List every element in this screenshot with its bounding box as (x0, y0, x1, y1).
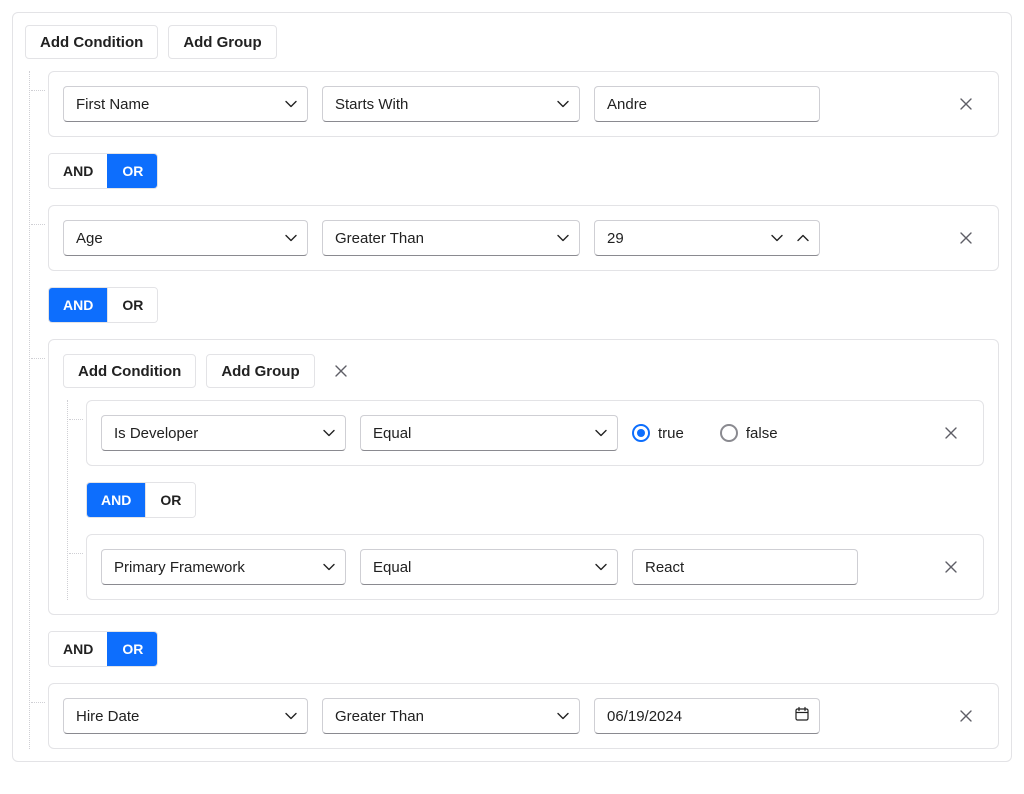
field-value: Hire Date (76, 708, 139, 725)
operator-value: Equal (373, 425, 411, 442)
close-icon (960, 232, 972, 244)
chevron-down-icon (557, 96, 569, 113)
value-input[interactable]: Andre (594, 86, 820, 122)
operator-select[interactable]: Equal (360, 549, 618, 585)
spinner-down-button[interactable] (771, 230, 783, 247)
connector-toggle: AND OR (86, 482, 196, 518)
connector-and[interactable]: AND (87, 483, 145, 517)
close-icon (945, 561, 957, 573)
condition-row: First Name Starts With Andre (48, 71, 999, 137)
value-date-input[interactable]: 06/19/2024 (594, 698, 820, 734)
condition-row: Primary Framework Equal React (86, 534, 984, 600)
chevron-down-icon (595, 559, 607, 576)
remove-condition-button[interactable] (956, 94, 976, 114)
close-icon (960, 98, 972, 110)
chevron-down-icon (285, 708, 297, 725)
connector-toggle: AND OR (48, 287, 158, 323)
remove-group-button[interactable] (331, 361, 351, 381)
condition-row: Is Developer Equal true false (86, 400, 984, 466)
field-select[interactable]: Primary Framework (101, 549, 346, 585)
connector-and[interactable]: AND (49, 632, 107, 666)
close-icon (960, 710, 972, 722)
condition-row: Hire Date Greater Than 06/19/2024 (48, 683, 999, 749)
remove-condition-button[interactable] (956, 706, 976, 726)
field-select[interactable]: Hire Date (63, 698, 308, 734)
root-body: First Name Starts With Andre AND OR Age (29, 71, 999, 749)
radio-label: false (746, 425, 778, 442)
field-select[interactable]: Is Developer (101, 415, 346, 451)
value-number-input[interactable]: 29 (594, 220, 820, 256)
condition-row: Age Greater Than 29 (48, 205, 999, 271)
query-builder: Add Condition Add Group First Name Start… (12, 12, 1012, 762)
chevron-down-icon (557, 708, 569, 725)
value-text: React (645, 559, 684, 576)
chevron-down-icon (557, 230, 569, 247)
add-condition-button[interactable]: Add Condition (25, 25, 158, 59)
radio-icon (632, 424, 650, 442)
operator-select[interactable]: Greater Than (322, 698, 580, 734)
operator-value: Greater Than (335, 708, 424, 725)
value-text: 06/19/2024 (607, 708, 682, 725)
value-input[interactable]: React (632, 549, 858, 585)
field-value: Primary Framework (114, 559, 245, 576)
add-condition-button[interactable]: Add Condition (63, 354, 196, 388)
connector-toggle: AND OR (48, 153, 158, 189)
remove-condition-button[interactable] (941, 423, 961, 443)
chevron-down-icon (285, 96, 297, 113)
operator-value: Greater Than (335, 230, 424, 247)
connector-or[interactable]: OR (145, 483, 195, 517)
connector-or[interactable]: OR (107, 632, 157, 666)
operator-value: Equal (373, 559, 411, 576)
connector-toggle: AND OR (48, 631, 158, 667)
operator-select[interactable]: Equal (360, 415, 618, 451)
spinner-up-button[interactable] (797, 230, 809, 247)
chevron-down-icon (323, 559, 335, 576)
connector-and[interactable]: AND (49, 154, 107, 188)
remove-condition-button[interactable] (941, 557, 961, 577)
connector-or[interactable]: OR (107, 154, 157, 188)
chevron-down-icon (285, 230, 297, 247)
field-select[interactable]: Age (63, 220, 308, 256)
value-text: Andre (607, 96, 647, 113)
condition-group: Add Condition Add Group Is Developer Equ… (48, 339, 999, 615)
close-icon (335, 365, 347, 377)
root-header: Add Condition Add Group (25, 25, 999, 59)
radio-false[interactable]: false (720, 424, 778, 442)
group-header: Add Condition Add Group (63, 354, 984, 388)
connector-or[interactable]: OR (107, 288, 157, 322)
value-text: 29 (607, 230, 624, 247)
radio-icon (720, 424, 738, 442)
add-group-button[interactable]: Add Group (206, 354, 314, 388)
operator-value: Starts With (335, 96, 408, 113)
close-icon (945, 427, 957, 439)
add-group-button[interactable]: Add Group (168, 25, 276, 59)
field-value: Is Developer (114, 425, 198, 442)
field-value: First Name (76, 96, 149, 113)
field-select[interactable]: First Name (63, 86, 308, 122)
group-body: Is Developer Equal true false (67, 400, 984, 600)
calendar-icon[interactable] (795, 707, 809, 726)
operator-select[interactable]: Greater Than (322, 220, 580, 256)
radio-true[interactable]: true (632, 424, 684, 442)
remove-condition-button[interactable] (956, 228, 976, 248)
operator-select[interactable]: Starts With (322, 86, 580, 122)
radio-label: true (658, 425, 684, 442)
chevron-down-icon (323, 425, 335, 442)
connector-and[interactable]: AND (49, 288, 107, 322)
chevron-down-icon (595, 425, 607, 442)
field-value: Age (76, 230, 103, 247)
